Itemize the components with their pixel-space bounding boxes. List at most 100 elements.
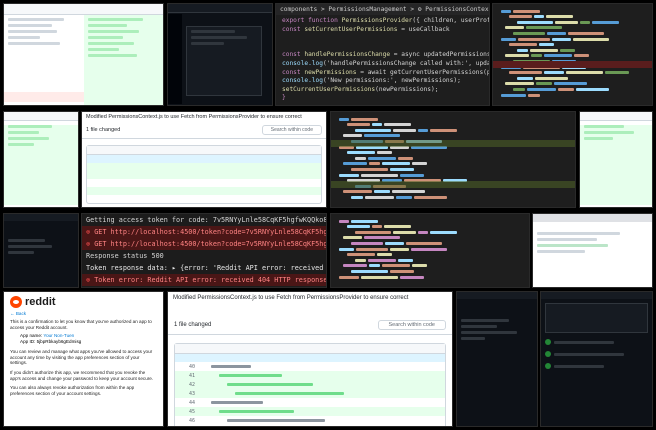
thumbnail-github-diff-1[interactable] xyxy=(3,3,164,106)
thumbnail-github-dark-activity[interactable] xyxy=(540,291,653,427)
thumbnail-vscode-permissions-context[interactable]: components > PermissionsManagement > ⚙ P… xyxy=(275,3,490,106)
code-line xyxy=(337,162,569,166)
console-line: ⊗ GET http://localhost:4500/token?code=7… xyxy=(82,226,326,238)
code-line xyxy=(499,9,646,13)
console-line: Response status 500 xyxy=(86,252,164,260)
search-input[interactable]: Search within code xyxy=(261,125,322,135)
diff-row: 40 xyxy=(175,362,445,371)
code-line: const handlePermissionsChange = async up… xyxy=(282,51,490,59)
back-link[interactable]: ← Back xyxy=(10,311,157,316)
code-line xyxy=(337,156,569,160)
thumbnail-github-commit[interactable]: Modified PermissionsContext.js to use Fe… xyxy=(81,111,327,208)
paragraph-revoke: If you didn't authorize this app, we rec… xyxy=(10,369,154,381)
code-editor[interactable]: export function PermissionsProvider({ ch… xyxy=(276,15,490,105)
status-dot-icon xyxy=(545,351,551,357)
thumbnail-devtools-console[interactable]: Getting access token for code: 7v5RNYyLn… xyxy=(81,213,327,288)
code-line: const setCurrentUserPermissions = useCal… xyxy=(282,25,450,33)
code-line xyxy=(337,236,523,240)
reddit-logo-icon xyxy=(10,296,22,308)
console-line: Token response data: ▸ {error: 'Reddit A… xyxy=(86,264,326,272)
status-dot-icon xyxy=(545,363,551,369)
code-line xyxy=(337,269,523,273)
code-line: console.log('handlePermissionsChange cal… xyxy=(282,59,490,67)
code-line xyxy=(499,26,646,30)
thumbnail-dark-app[interactable] xyxy=(167,3,273,106)
error-icon: ⊗ xyxy=(86,240,95,248)
thumbnail-dark-page[interactable] xyxy=(456,291,538,427)
diff-row: 44 xyxy=(175,398,445,407)
code-line: setCurrentUserPermissions(newPermissions… xyxy=(282,85,439,93)
code-line xyxy=(499,48,646,52)
diff-header xyxy=(4,4,163,15)
code-line xyxy=(499,93,646,97)
code-line xyxy=(337,195,569,199)
code-line xyxy=(337,134,569,138)
code-line: } xyxy=(282,94,286,102)
code-line xyxy=(337,241,523,245)
code-line xyxy=(499,87,646,91)
commit-message: Modified PermissionsContext.js to use Fe… xyxy=(173,295,409,301)
thumbnail-diff-side-left[interactable] xyxy=(3,111,79,208)
thumbnail-code-diff-dark[interactable] xyxy=(330,111,576,208)
diff-row: 43 xyxy=(175,389,445,398)
code-line xyxy=(499,31,646,35)
code-line: const newPermissions = await getCurrentU… xyxy=(282,68,489,76)
files-changed-label: 1 file changed xyxy=(86,127,121,133)
files-changed-label: 1 file changed xyxy=(174,322,212,328)
code-line xyxy=(337,230,523,234)
diff-row: 45 xyxy=(175,407,445,416)
console-line: ⊗ Token error: Reddit API error: receive… xyxy=(82,274,326,286)
diff-row: 47 xyxy=(175,425,445,426)
code-line xyxy=(499,54,646,58)
diff-view[interactable]: 4041424344454647 xyxy=(174,343,446,426)
code-line: console.log('New permissions:', newPermi… xyxy=(282,77,461,85)
code-line xyxy=(499,15,646,19)
console-line: ⊗ GET http://localhost:4500/token?code=7… xyxy=(82,238,326,250)
code-line xyxy=(337,258,523,262)
thumbnail-reddit-email[interactable]: reddit ← Back This is a confirmation to … xyxy=(3,291,164,427)
code-line xyxy=(337,247,523,251)
code-line xyxy=(337,275,523,279)
code-line xyxy=(499,20,646,24)
diff-file-header[interactable] xyxy=(175,344,445,354)
search-input[interactable]: Search within code xyxy=(377,320,446,330)
diff-row: 42 xyxy=(175,380,445,389)
code-line xyxy=(499,37,646,41)
code-line: export function PermissionsProvider({ ch… xyxy=(282,17,490,24)
code-line xyxy=(499,76,646,80)
thumbnail-code-editor-2[interactable] xyxy=(330,213,530,288)
diff-row: 41 xyxy=(175,371,445,380)
diff-row: 46 xyxy=(175,416,445,425)
app-name-label: App name: xyxy=(20,333,43,339)
code-line xyxy=(499,71,646,75)
code-line xyxy=(337,264,523,268)
code-line xyxy=(337,225,523,229)
code-line xyxy=(337,173,569,177)
app-name[interactable]: Your Non-Tuen xyxy=(43,333,74,338)
paragraph-settings: You can also always revoke authorization… xyxy=(10,385,135,396)
thumbnail-code-editor-dense[interactable] xyxy=(492,3,653,106)
code-line xyxy=(337,190,569,194)
code-line xyxy=(499,43,646,47)
error-icon: ⊗ xyxy=(86,276,95,284)
commit-message: Modified PermissionsContext.js to use Fe… xyxy=(86,114,302,120)
thumbnail-diff-side-right[interactable] xyxy=(579,111,653,208)
code-line xyxy=(337,117,569,121)
reddit-brand: reddit xyxy=(25,296,56,308)
status-dot-icon xyxy=(545,339,551,345)
code-line xyxy=(499,82,646,86)
thumbnail-browser-light[interactable] xyxy=(532,213,653,288)
console-line: Getting access token for code: 7v5RNYyLn… xyxy=(86,216,326,224)
code-line xyxy=(337,123,569,127)
code-line xyxy=(337,167,569,171)
breadcrumb: components > PermissionsManagement > ⚙ P… xyxy=(276,4,489,15)
app-id-label: App ID: xyxy=(20,339,36,345)
code-line xyxy=(337,128,569,132)
thumbnail-github-commit-large[interactable]: Modified PermissionsContext.js to use Fe… xyxy=(167,291,453,427)
code-line xyxy=(337,151,569,155)
diff-hunk-header xyxy=(175,354,445,362)
thumbnail-dark-panel[interactable] xyxy=(3,213,79,288)
code-line xyxy=(337,253,523,257)
